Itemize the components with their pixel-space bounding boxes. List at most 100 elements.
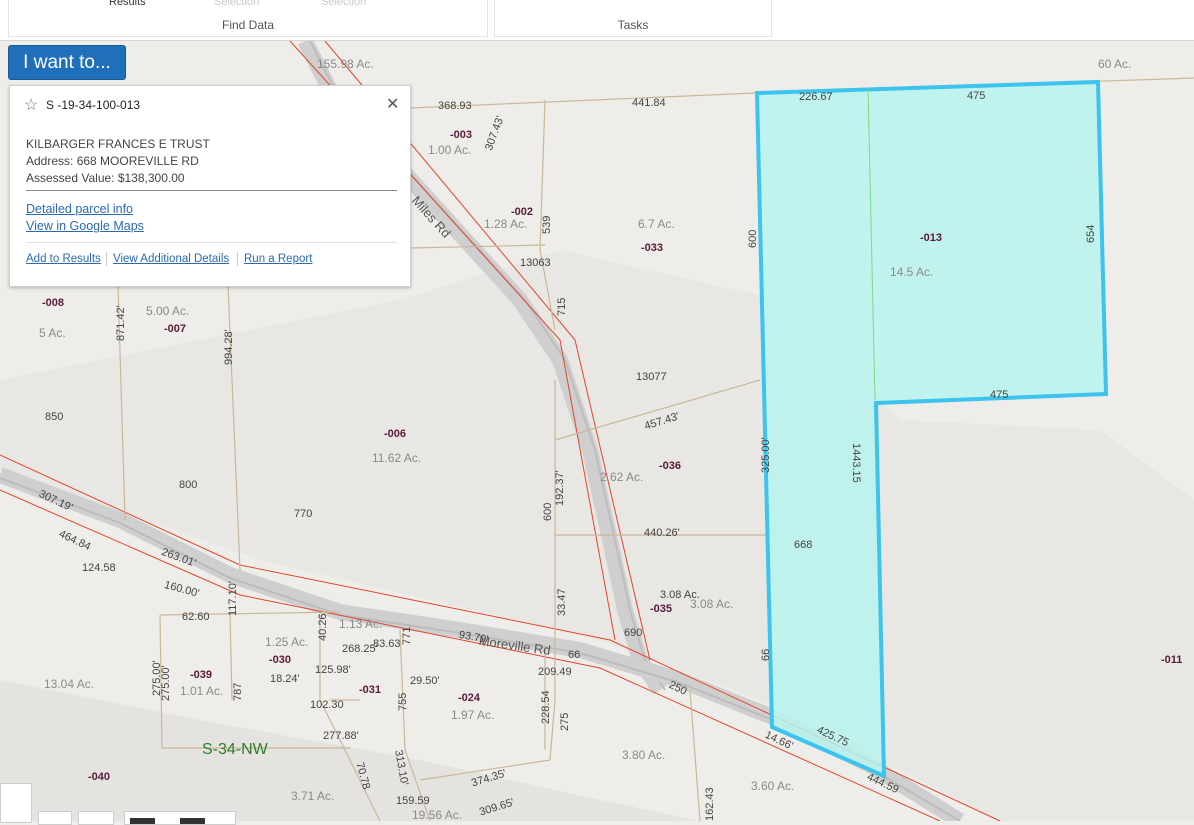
parcel-number: -031 — [359, 684, 382, 696]
dimension-label: 715 — [556, 297, 568, 316]
selection-button[interactable]: Selection — [214, 0, 259, 8]
dimension-label: 40.26 — [317, 613, 329, 641]
acreage-label: 5 Ac. — [39, 326, 66, 340]
dimension-label: 668 — [794, 539, 813, 551]
dimension-label: 18.24' — [270, 673, 300, 685]
separator — [237, 252, 238, 266]
dimension-label: 441.84 — [632, 97, 666, 109]
dimension-label: 654 — [1085, 224, 1097, 243]
dimension-label: 871.42' — [115, 305, 127, 341]
acreage-label: 13.04 Ac. — [44, 677, 95, 691]
tasks-group: Tasks — [494, 0, 772, 37]
acreage-label: 14.5 Ac. — [890, 265, 934, 279]
dimension-label: 994.28' — [223, 329, 235, 365]
view-in-google-maps-link[interactable]: View in Google Maps — [26, 219, 144, 233]
acreage-label: 1.25 Ac. — [265, 635, 309, 649]
acreage-label: 1.13 Ac. — [339, 617, 383, 631]
dimension-label: 475 — [990, 389, 1009, 401]
dimension-label: 440.26' — [644, 527, 680, 539]
section-label: S-34-NW — [202, 741, 268, 758]
dimension-label: 325.00' — [760, 437, 772, 473]
parcel-number: -008 — [42, 297, 65, 309]
map-control-button[interactable] — [38, 811, 72, 825]
acreage-label: 2.62 Ac. — [600, 470, 644, 484]
divider — [26, 242, 397, 243]
dimension-label: 539 — [541, 215, 553, 234]
dimension-label: 162.43 — [704, 787, 716, 821]
dimension-label: 277.88' — [323, 730, 359, 742]
dimension-label: 275 — [559, 712, 571, 731]
view-additional-details-link[interactable]: View Additional Details — [113, 253, 229, 265]
separator — [106, 252, 107, 266]
dimension-label: 787 — [232, 682, 244, 701]
parcel-number: -039 — [190, 669, 213, 681]
toolbar: Results Selection Selection Find Data Ta… — [0, 0, 1194, 41]
parcel-number: -030 — [269, 654, 292, 666]
parcel-info-popup: ☆ S -19-34-100-013 ✕ KILBARGER FRANCES E… — [9, 85, 411, 287]
dimension-label: 275.00' — [160, 665, 172, 701]
dimension-label: 102.30 — [310, 699, 344, 711]
acreage-label: 155.98 Ac. — [317, 57, 374, 71]
dimension-label: 368.93 — [438, 100, 472, 112]
acreage-label: 1.00 Ac. — [428, 143, 472, 157]
dimension-label: 117.10' — [227, 581, 239, 616]
parcel-number: -036 — [659, 460, 682, 472]
dimension-label: 268.25' — [342, 643, 378, 655]
parcel-number: -040 — [88, 771, 111, 783]
dimension-label: 29.50' — [410, 675, 440, 687]
map-control-button-2[interactable] — [78, 811, 114, 825]
acreage-label: 1.01 Ac. — [180, 684, 224, 698]
dimension-label: 770 — [294, 508, 313, 520]
dimension-label: 228.54 — [540, 690, 552, 724]
assessed-value: Assessed Value: $138,300.00 — [26, 171, 185, 185]
dimension-label: 475 — [967, 90, 986, 102]
acreage-label: 19.56 Ac. — [412, 808, 463, 821]
dimension-label: 13063 — [520, 257, 551, 269]
acreage-label: 6.7 Ac. — [638, 217, 675, 231]
parcel-address: Address: 668 MOOREVILLE RD — [26, 154, 199, 168]
run-a-report-link[interactable]: Run a Report — [244, 253, 312, 265]
basemap-thumbnail[interactable] — [0, 783, 32, 823]
dimension-label: 209.49 — [538, 666, 572, 678]
find-data-group: Results Selection Selection Find Data — [8, 0, 488, 37]
dimension-label: 13077 — [636, 371, 667, 383]
acreage-label: 3.71 Ac. — [291, 789, 335, 803]
dimension-label: 124.58 — [82, 562, 116, 574]
dimension-label: 226.67 — [799, 91, 833, 103]
parcel-number: -006 — [384, 428, 407, 440]
results-button[interactable]: Results — [109, 0, 146, 8]
dimension-label: 850 — [45, 411, 64, 423]
scale-segment — [180, 818, 205, 824]
dimension-label: 33.47 — [556, 588, 568, 616]
parcel-number: -013 — [920, 232, 943, 244]
acreage-label: 3.60 Ac. — [751, 779, 795, 793]
close-icon[interactable]: ✕ — [386, 94, 399, 114]
parcel-number: -003 — [450, 129, 473, 141]
parcel-id: S -19-34-100-013 — [46, 98, 141, 112]
acreage-label: 3.08 Ac. — [690, 597, 734, 611]
i-want-to-button[interactable]: I want to... — [8, 45, 126, 80]
dimension-label: 66 — [568, 649, 581, 661]
parcel-number: -024 — [458, 692, 481, 704]
acreage-label: 60 Ac. — [1098, 57, 1132, 71]
dimension-label: 1443.15 — [850, 443, 862, 483]
acreage-label: 1.28 Ac. — [484, 217, 528, 231]
dimension-label: 159.59 — [396, 795, 430, 807]
divider — [26, 190, 397, 191]
parcel-number: -033 — [641, 242, 664, 254]
star-icon[interactable]: ☆ — [24, 95, 38, 115]
dimension-label: 125.98' — [315, 664, 351, 676]
selection-button-2[interactable]: Selection — [321, 0, 366, 8]
dimension-label: 66 — [760, 648, 772, 661]
dimension-label: 600 — [542, 502, 554, 521]
dimension-label: 600 — [747, 229, 759, 248]
scale-bar — [124, 811, 236, 825]
parcel-number: -011 — [1161, 654, 1183, 666]
scale-segment — [130, 818, 155, 824]
acreage-label: 11.62 Ac. — [372, 451, 422, 465]
add-to-results-link[interactable]: Add to Results — [26, 253, 101, 265]
dimension-label: 800 — [179, 479, 198, 491]
detailed-parcel-info-link[interactable]: Detailed parcel info — [26, 202, 133, 216]
dimension-label: 755 — [397, 692, 409, 711]
acreage-label: 3.80 Ac. — [622, 748, 666, 762]
